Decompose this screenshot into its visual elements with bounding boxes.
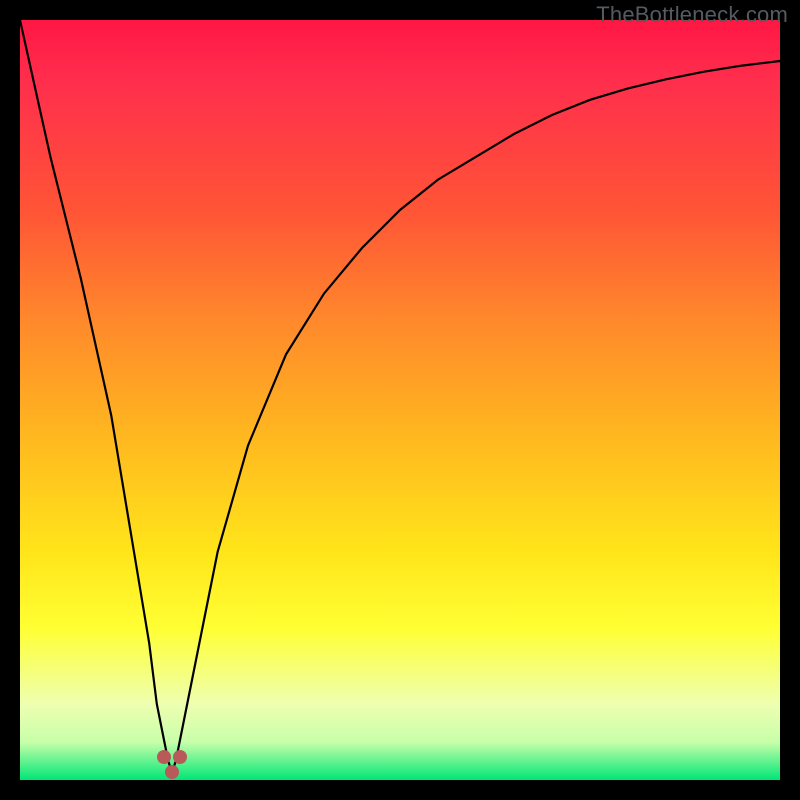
- plot-area: [20, 20, 780, 780]
- bottleneck-curve: [20, 20, 780, 772]
- curve-svg: [20, 20, 780, 780]
- watermark-label: TheBottleneck.com: [596, 2, 788, 28]
- outer-frame: TheBottleneck.com: [0, 0, 800, 800]
